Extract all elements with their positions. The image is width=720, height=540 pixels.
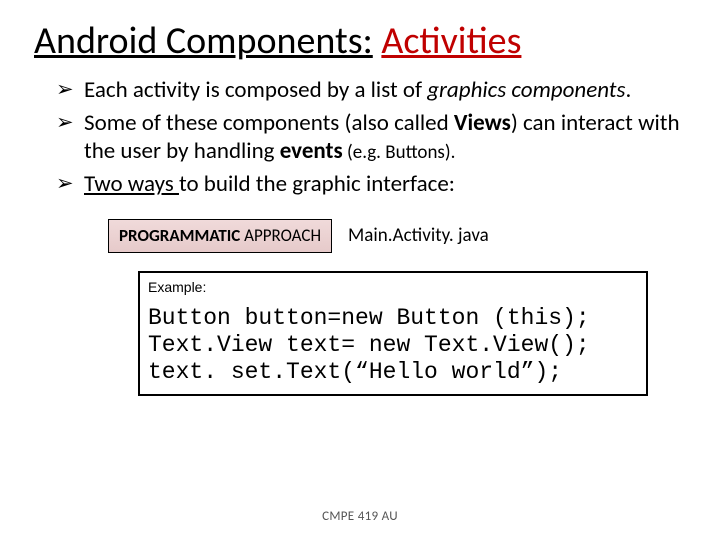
bullet-3-post: to build the graphic interface: (179, 170, 455, 198)
footer: CMPE 419 AU (0, 509, 720, 524)
bullet-3-underline: Two ways (84, 170, 179, 198)
bullet-1-text: Each activity is composed by a list of (84, 76, 427, 104)
bullet-2-small: (e.g. Buttons). (343, 141, 456, 164)
bullet-3: Two ways to build the graphic interface: (56, 170, 702, 199)
slide-title: Android Components: Activities (34, 22, 702, 62)
approach-row: PROGRAMMATIC APPROACH Main.Activity. jav… (108, 219, 702, 253)
bullet-1-post: . (625, 76, 631, 104)
bullet-2-bold1: Views (454, 109, 511, 137)
file-label: Main.Activity. java (348, 224, 489, 247)
bullet-2: Some of these components (also called Vi… (56, 109, 702, 167)
bullet-1: Each activity is composed by a list of g… (56, 76, 702, 105)
badge-rest: APPROACH (240, 225, 321, 246)
bullet-2-bold2: events (280, 137, 343, 165)
bullet-list: Each activity is composed by a list of g… (56, 76, 702, 199)
code-block: Button button=new Button (this); Text.Vi… (148, 305, 638, 386)
bullet-2-text: Some of these components (also called (84, 109, 454, 137)
example-label: Example: (148, 279, 638, 295)
badge-bold: PROGRAMMATIC (119, 225, 240, 246)
bullet-1-italic: graphics components (427, 76, 625, 104)
approach-badge: PROGRAMMATIC APPROACH (108, 219, 332, 253)
slide: Android Components: Activities Each acti… (0, 0, 720, 540)
example-box: Example: Button button=new Button (this)… (138, 271, 648, 396)
title-part-2: Activities (381, 18, 521, 64)
title-part-1: Android Components: (34, 18, 373, 64)
